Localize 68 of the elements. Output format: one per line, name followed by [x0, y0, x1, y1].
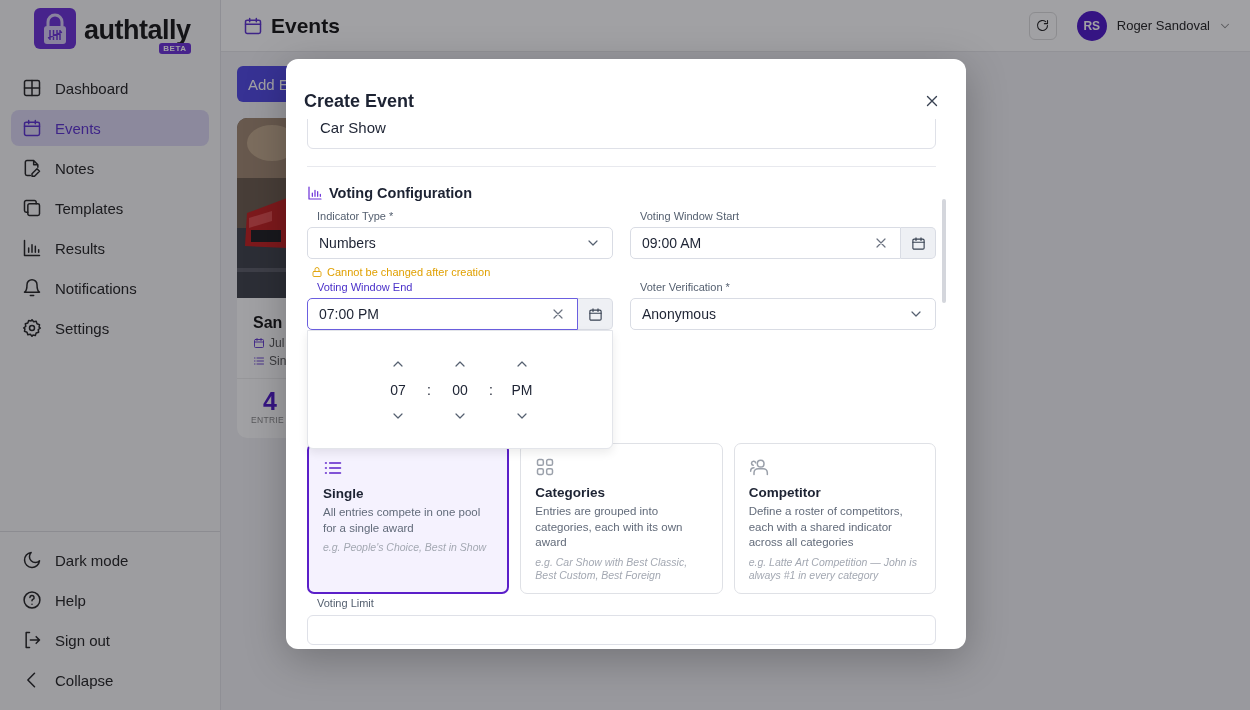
field-label: Voter Verification * — [639, 280, 731, 295]
settings-icon — [22, 318, 42, 338]
time-value: 00 — [452, 381, 468, 398]
bar-chart-icon — [307, 185, 323, 201]
nav-item[interactable]: Sign out — [11, 622, 209, 658]
calendar-icon — [243, 15, 263, 36]
select-field[interactable]: Anonymous — [630, 298, 936, 330]
lock-icon — [311, 265, 323, 278]
nav-item[interactable]: Notes — [11, 150, 209, 186]
nav-item[interactable]: Notifications — [11, 270, 209, 306]
nav-item[interactable]: Dark mode — [11, 542, 209, 578]
modal-title: Create Event — [304, 90, 415, 112]
field-label: Voting Limit — [316, 596, 375, 611]
limit-field[interactable] — [307, 615, 936, 645]
moon-icon — [22, 550, 42, 570]
nav-item[interactable]: Results — [11, 230, 209, 266]
count-label: ENTRIE — [251, 415, 285, 425]
type-option[interactable]: Competitor Define a roster of competitors, each with a shared indicator across all categories e.g. Latte Art Competition — John is always #1 in every category — [733, 443, 936, 594]
calendar-icon — [253, 337, 265, 349]
logo-icon — [34, 8, 76, 49]
time-value: 07 — [390, 381, 406, 398]
entry-count: 4 — [262, 387, 278, 415]
field-label: Indicator Type * — [316, 209, 395, 224]
refresh-icon — [1035, 18, 1051, 33]
bar-chart-icon — [22, 238, 42, 258]
scrollbar-thumb[interactable] — [942, 199, 946, 303]
nav-item[interactable]: Events — [11, 110, 209, 146]
nav-item[interactable]: Settings — [11, 310, 209, 346]
user-avatar[interactable]: RS — [1076, 10, 1107, 41]
people-icon — [748, 457, 769, 477]
calendar-icon — [22, 118, 42, 138]
grid-icon — [22, 78, 42, 98]
sign-out-icon — [22, 630, 42, 650]
grid-icon — [535, 457, 556, 477]
type-option[interactable]: Categories Entries are grouped into categories, each with its own award e.g. Car Show with Best Classic, Best Custom, Best Foreign — [520, 443, 723, 594]
section-title: Voting Configuration — [329, 185, 473, 201]
beta-badge: BETA — [159, 43, 191, 54]
time-field[interactable]: 09:00 AM — [630, 227, 901, 259]
time-value: PM — [511, 381, 533, 398]
nav-item[interactable]: Help — [11, 582, 209, 618]
calendar-icon — [910, 235, 926, 251]
help-icon — [22, 590, 42, 610]
note-icon — [22, 158, 42, 178]
refresh-button[interactable] — [1028, 11, 1057, 40]
calendar-icon — [587, 306, 603, 322]
page-title: Events — [271, 13, 340, 38]
field-label: Voting Window End — [316, 280, 414, 295]
card-type: Sin — [269, 354, 287, 368]
list-icon — [253, 355, 265, 367]
logo-name: authtally — [84, 14, 191, 46]
select-field[interactable]: Numbers — [307, 227, 613, 259]
nav-item[interactable]: Collapse — [11, 662, 209, 698]
bell-icon — [22, 278, 42, 298]
copy-icon — [22, 198, 42, 218]
time-separator: : — [489, 381, 493, 398]
nav-item[interactable]: Dashboard — [11, 70, 209, 106]
event-card[interactable]: San Jul Sin 4 ENTRIE — [237, 118, 287, 438]
user-name[interactable]: Roger Sandoval — [1116, 18, 1210, 33]
calendar-button[interactable] — [901, 227, 936, 259]
field-label: Voting Window Start — [639, 209, 741, 224]
time-field[interactable]: 07:00 PM — [307, 298, 578, 330]
card-title: San — [252, 313, 284, 332]
card-date: Jul — [269, 336, 285, 350]
hint-text: Cannot be changed after creation — [327, 265, 491, 278]
calendar-button[interactable] — [578, 298, 613, 330]
time-separator: : — [427, 381, 431, 398]
nav-item[interactable]: Templates — [11, 190, 209, 226]
name-field[interactable]: Car Show — [307, 119, 936, 149]
